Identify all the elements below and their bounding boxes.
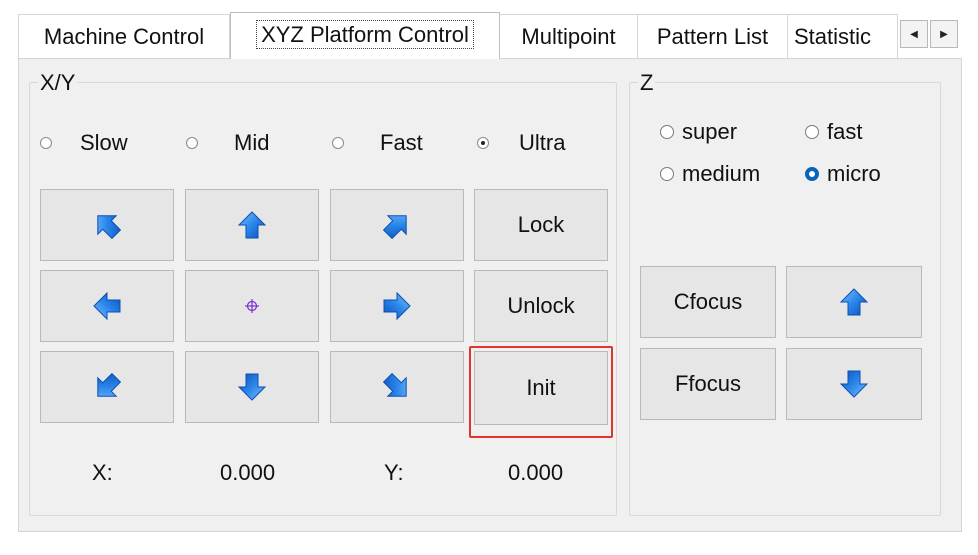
radio-label: medium [682,161,761,186]
arrow-down-icon [237,372,267,402]
arrow-up-icon [839,287,869,317]
unlock-button[interactable]: Unlock [474,270,608,342]
y-value: 0.000 [508,460,564,485]
triangle-right-icon: ▶ [940,28,948,40]
move-right-button[interactable] [330,270,464,342]
xy-group-title: X/Y [38,70,78,95]
move-down-button[interactable] [185,351,319,423]
z-radio-medium[interactable]: medium [660,160,760,188]
arrow-right-icon [382,291,412,321]
tab-strip: Machine Control XYZ Platform Control Mul… [18,12,962,59]
radio-indicator [186,137,198,149]
center-button[interactable] [185,270,319,342]
tab-label: Statistic [794,24,872,49]
arrow-down-right-icon [382,372,412,402]
move-up-right-button[interactable] [330,189,464,261]
radio-label: super [682,119,738,144]
tab-label: Machine Control [43,24,205,49]
tab-scroll-right-button[interactable]: ▶ [930,20,958,48]
z-group-title: Z [638,70,656,95]
z-radio-fast[interactable]: fast [805,118,862,146]
radio-fast[interactable]: Fast [332,130,423,156]
move-down-right-button[interactable] [330,351,464,423]
radio-indicator [477,137,489,149]
lock-button[interactable]: Lock [474,189,608,261]
ffocus-button[interactable]: Ffocus [640,348,776,420]
tab-label: XYZ Platform Control [256,20,474,49]
arrow-left-icon [92,291,122,321]
crosshair-icon [245,299,259,313]
tab-multipoint[interactable]: Multipoint [500,14,638,58]
cfocus-button[interactable]: Cfocus [640,266,776,338]
lock-button-label: Lock [517,212,565,237]
radio-label: Mid [234,130,270,155]
radio-ultra[interactable]: Ultra [477,130,565,156]
z-radio-micro[interactable]: micro [805,160,881,188]
init-button-highlight [469,346,613,438]
move-left-button[interactable] [40,270,174,342]
ffocus-button-label: Ffocus [674,371,742,396]
tab-statistic[interactable]: Statistic [788,14,898,58]
tab-pattern-list[interactable]: Pattern List [638,14,788,58]
move-up-left-button[interactable] [40,189,174,261]
tab-scroll-left-button[interactable]: ◀ [900,20,928,48]
y-label: Y: [384,460,404,485]
unlock-button-label: Unlock [507,293,575,318]
move-up-button[interactable] [185,189,319,261]
radio-mid[interactable]: Mid [186,130,269,156]
triangle-left-icon: ◀ [910,28,918,40]
arrow-up-icon [237,210,267,240]
radio-indicator [660,167,674,181]
arrow-down-left-icon [92,372,122,402]
radio-label: Ultra [519,130,566,155]
cfocus-button-label: Cfocus [673,289,743,314]
tab-label: Multipoint [521,24,616,49]
radio-label: micro [827,161,881,186]
radio-indicator [40,137,52,149]
radio-label: Fast [380,130,423,155]
radio-indicator [332,137,344,149]
tab-label: Pattern List [656,24,769,49]
tab-machine-control[interactable]: Machine Control [18,14,230,58]
arrow-down-icon [839,369,869,399]
z-down-button[interactable] [786,348,922,420]
radio-slow[interactable]: Slow [40,130,128,156]
tab-xyz-platform-control[interactable]: XYZ Platform Control [230,12,500,59]
radio-indicator [805,125,819,139]
radio-label: Slow [80,130,128,155]
radio-indicator [805,167,819,181]
move-down-left-button[interactable] [40,351,174,423]
x-label: X: [92,460,113,485]
x-value: 0.000 [220,460,276,485]
radio-indicator [660,125,674,139]
arrow-up-left-icon [92,210,122,240]
radio-label: fast [827,119,863,144]
z-up-button[interactable] [786,266,922,338]
arrow-up-right-icon [382,210,412,240]
z-radio-super[interactable]: super [660,118,737,146]
